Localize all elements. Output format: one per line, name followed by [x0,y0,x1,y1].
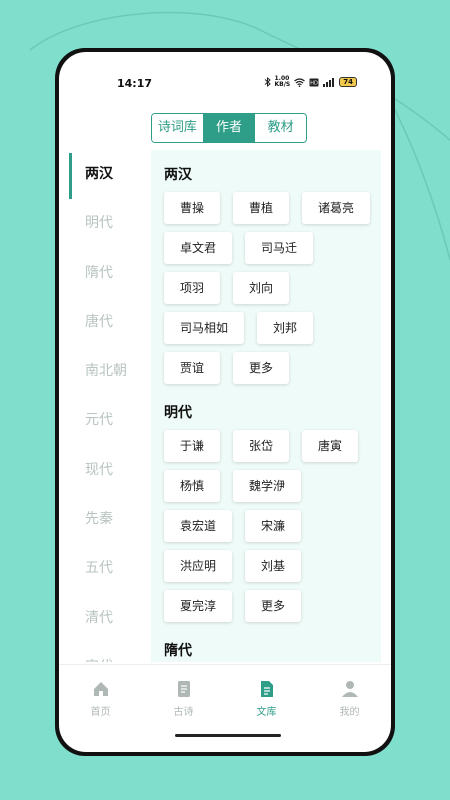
segment-tab-2[interactable]: 教材 [254,114,306,142]
dynasty-sidebar: 两汉明代隋代唐代南北朝元代现代先秦五代清代宋代 [59,150,151,662]
sidebar-item[interactable]: 南北朝 [59,347,151,396]
phone-frame: 14:17 1.00 KB/S HD 74 诗词库 作者 教材 两汉 明代 隋代 唐代 南北… [55,48,395,756]
author-chip[interactable]: 卓文君 [164,232,233,264]
category-switcher: 诗词库 作者 教材 [151,113,307,143]
sidebar-item[interactable]: 元代 [59,396,151,445]
battery-indicator: 74 [339,77,357,87]
author-chip[interactable]: 唐寅 [302,430,359,462]
app-screen: 14:17 1.00 KB/S HD 74 诗词库 作者 教材 两汉 明代 隋代 唐代 南北… [59,52,391,752]
author-chip[interactable]: 洪应明 [164,550,233,582]
hd-icon: HD [309,78,319,86]
home-icon [93,682,108,696]
author-chip[interactable]: 曹操 [164,192,221,224]
author-chip[interactable]: 刘邦 [257,312,314,344]
group-title: 明代 [164,405,192,421]
network-speed: 1.00 KB/S [274,75,291,88]
author-chip[interactable]: 司马迁 [245,232,314,264]
author-chip[interactable]: 夏完淳 [164,590,233,622]
segment-tab-0[interactable]: 诗词库 [152,114,203,142]
author-chip[interactable]: 魏学洢 [233,470,302,502]
author-chip[interactable]: 于谦 [164,430,221,462]
sidebar-item[interactable]: 五代 [59,544,151,593]
tab-poem[interactable]: 古诗 [142,665,225,724]
author-chip[interactable]: 曹植 [233,192,290,224]
author-chip[interactable]: 更多 [245,590,302,622]
tab-label: 古诗 [173,707,194,718]
author-chip[interactable]: 宋濂 [245,510,302,542]
sidebar-item[interactable]: 现代 [59,446,151,495]
sidebar-item[interactable]: 清代 [59,594,151,643]
author-chip-list: 曹操 曹植 诸葛亮卓文君 司马迁 项羽 刘向司马相如 刘邦贾谊 更多 [164,192,374,384]
tab-library[interactable]: 文库 [225,665,308,724]
sidebar-item[interactable]: 唐代 [59,298,151,347]
author-chip[interactable]: 诸葛亮 [302,192,371,224]
tab-profile[interactable]: 我的 [308,665,391,724]
group-title: 两汉 [164,167,192,183]
segment-tab-1[interactable]: 作者 [202,114,255,142]
author-chip[interactable]: 张岱 [233,430,290,462]
author-chip[interactable]: 更多 [233,352,290,384]
author-chip-list: 于谦 张岱 唐寅杨慎 魏学洢 袁宏道 宋濂 洪应明 刘基 夏完淳 更多 [164,430,374,622]
tab-home[interactable]: 首页 [59,665,142,724]
bluetooth-icon [264,77,271,87]
sidebar-item[interactable]: 宋代 [59,643,151,662]
author-list-panel: 两汉 曹操 曹植 诸葛亮 卓文君 司马迁 项羽 刘向 司马相如 刘邦 贾谊 更多 明代 于谦 张岱 唐寅 杨慎魏… [151,150,381,662]
wifi-icon [294,77,306,87]
author-chip[interactable]: 贾谊 [164,352,221,384]
author-chip[interactable]: 刘向 [233,272,290,304]
poem-icon [177,681,190,697]
library-icon [260,681,273,697]
author-chip[interactable]: 项羽 [164,272,221,304]
sidebar-item[interactable]: 明代 [59,199,151,248]
group-title: 隋代 [164,643,192,659]
sidebar-item[interactable]: 隋代 [59,249,151,298]
author-chip[interactable]: 刘基 [245,550,302,582]
sidebar-item[interactable]: 先秦 [59,495,151,544]
bottom-tab-bar: 首页 古诗 文库 我的 [59,664,391,724]
tab-label: 首页 [90,707,111,718]
signal-icon [323,77,335,87]
tab-label: 文库 [256,707,277,718]
author-chip[interactable]: 司马相如 [164,312,245,344]
status-bar: 14:17 1.00 KB/S HD 74 [59,74,391,92]
sidebar-item[interactable]: 两汉 [59,150,151,200]
status-icons: 1.00 KB/S HD 74 [264,75,357,88]
status-time: 14:17 [117,77,153,90]
home-indicator [175,734,281,737]
author-chip[interactable]: 杨慎 [164,470,221,502]
profile-icon [341,681,358,697]
author-chip[interactable]: 袁宏道 [164,510,233,542]
tab-label: 我的 [339,707,360,718]
svg-text:HD: HD [310,80,318,86]
